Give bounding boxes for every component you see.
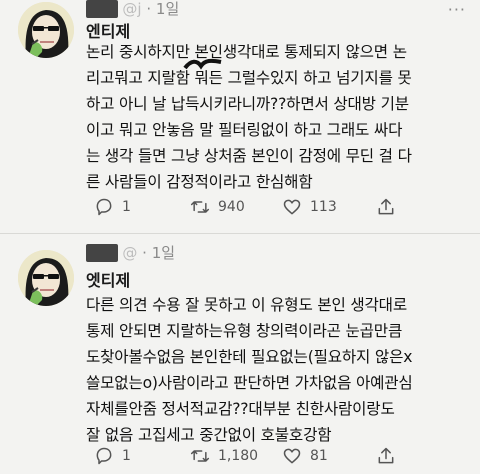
tweet-meta: 비밀 @ · 1일 xyxy=(86,242,175,263)
tweet-text-line: 통제 안되면 지랄하는유형 창의력이라곤 눈곱만큼 xyxy=(86,322,403,340)
separator-dot: · xyxy=(146,0,152,18)
more-options-icon[interactable]: ··· xyxy=(448,0,466,19)
heart-icon xyxy=(283,199,301,215)
tweet-text: 다른 의견 수용 잘 못하고 이 유형도 본인 생각대로 통제 안되면 지랄하는… xyxy=(86,292,470,448)
tweet-meta: 비밀 @j · 1일 xyxy=(86,0,179,19)
retweet-icon xyxy=(190,450,210,462)
reply-icon xyxy=(96,447,112,465)
tweet-text-line: 쓸모없는o)사람이라고 판단하면 가차없음 아예관심 xyxy=(86,374,413,392)
tweet-text-line: 논리 중시하지만 본인생각대로 통제되지 않으면 논 xyxy=(86,43,407,61)
tweet-text-line: 이고 뭐고 안놓음 말 필터링없이 하고 그래도 싸다 xyxy=(86,121,403,139)
reply-count: 1 xyxy=(122,199,131,215)
tweet-actions: 1 1,180 81 xyxy=(86,446,456,468)
reply-icon xyxy=(96,198,112,216)
handle[interactable]: @ xyxy=(122,244,137,262)
display-name[interactable]: 비밀 xyxy=(86,0,118,18)
share-icon xyxy=(378,447,394,464)
retweet-icon xyxy=(190,201,210,213)
reply-button[interactable]: 1 xyxy=(94,197,131,217)
like-button[interactable]: 81 xyxy=(282,446,328,466)
tweet-text-line: 리고뭐고 지랄함 뭐든 그럴수있지 하고 넘기지를 못 xyxy=(86,69,412,87)
retweet-count: 940 xyxy=(218,199,245,215)
display-name[interactable]: 비밀 xyxy=(86,244,118,262)
retweet-button[interactable]: 940 xyxy=(190,197,245,217)
heart-icon xyxy=(283,448,301,464)
redaction-scribble xyxy=(183,58,222,70)
handle[interactable]: @j xyxy=(122,0,141,18)
reply-button[interactable]: 1 xyxy=(94,446,131,466)
avatar[interactable] xyxy=(18,250,74,306)
tweet-text-line: 도찾아볼수없음 본인한테 필요없는(필요하지 않은x xyxy=(86,348,413,366)
avatar[interactable] xyxy=(18,2,74,58)
tweet-text-line: 하고 아니 날 납득시키라니까??하면서 상대방 기분 xyxy=(86,95,409,113)
retweet-button[interactable]: 1,180 xyxy=(190,446,258,466)
share-button[interactable] xyxy=(376,446,404,466)
reply-count: 1 xyxy=(122,448,131,464)
tweet[interactable]: 비밀 @ · 1일 엣티제 다른 의견 수용 잘 못하고 이 유형도 본인 생각… xyxy=(0,236,480,474)
avatar-image xyxy=(18,2,74,58)
tweet-text-line: 는 생각 들면 그냥 상처줌 본인이 감정에 무딘 걸 다 xyxy=(86,147,412,165)
timestamp[interactable]: 1일 xyxy=(152,244,175,262)
avatar-image xyxy=(18,250,74,306)
tweet-text-line: 른 사람들이 감정적이라고 한심해함 xyxy=(86,173,313,191)
like-count: 113 xyxy=(310,199,337,215)
tweet-label: 엣티제 xyxy=(86,271,131,290)
separator-dot: · xyxy=(142,244,147,262)
tweet-text-line: 잘 없음 고집세고 중간없이 호불호강함 xyxy=(86,426,332,444)
tweet-actions: 1 940 113 xyxy=(86,197,456,219)
retweet-count: 1,180 xyxy=(218,448,259,464)
like-count: 81 xyxy=(310,448,328,464)
tweet[interactable]: 비밀 @j · 1일 ··· 엔티제 논리 중시하지만 본인생각대로 통제되지 … xyxy=(0,0,480,234)
tweet-text-line: 자체를안줌 정서적교감??대부분 친한사람이랑도 xyxy=(86,400,395,418)
timestamp[interactable]: 1일 xyxy=(156,0,179,18)
tweet-divider xyxy=(0,233,480,234)
tweet-text-line: 다른 의견 수용 잘 못하고 이 유형도 본인 생각대로 xyxy=(86,296,407,314)
share-icon xyxy=(378,198,394,215)
tweet-text: 논리 중시하지만 본인생각대로 통제되지 않으면 논 리고뭐고 지랄함 뭐든 그… xyxy=(86,39,470,195)
share-button[interactable] xyxy=(376,197,404,217)
like-button[interactable]: 113 xyxy=(282,197,337,217)
